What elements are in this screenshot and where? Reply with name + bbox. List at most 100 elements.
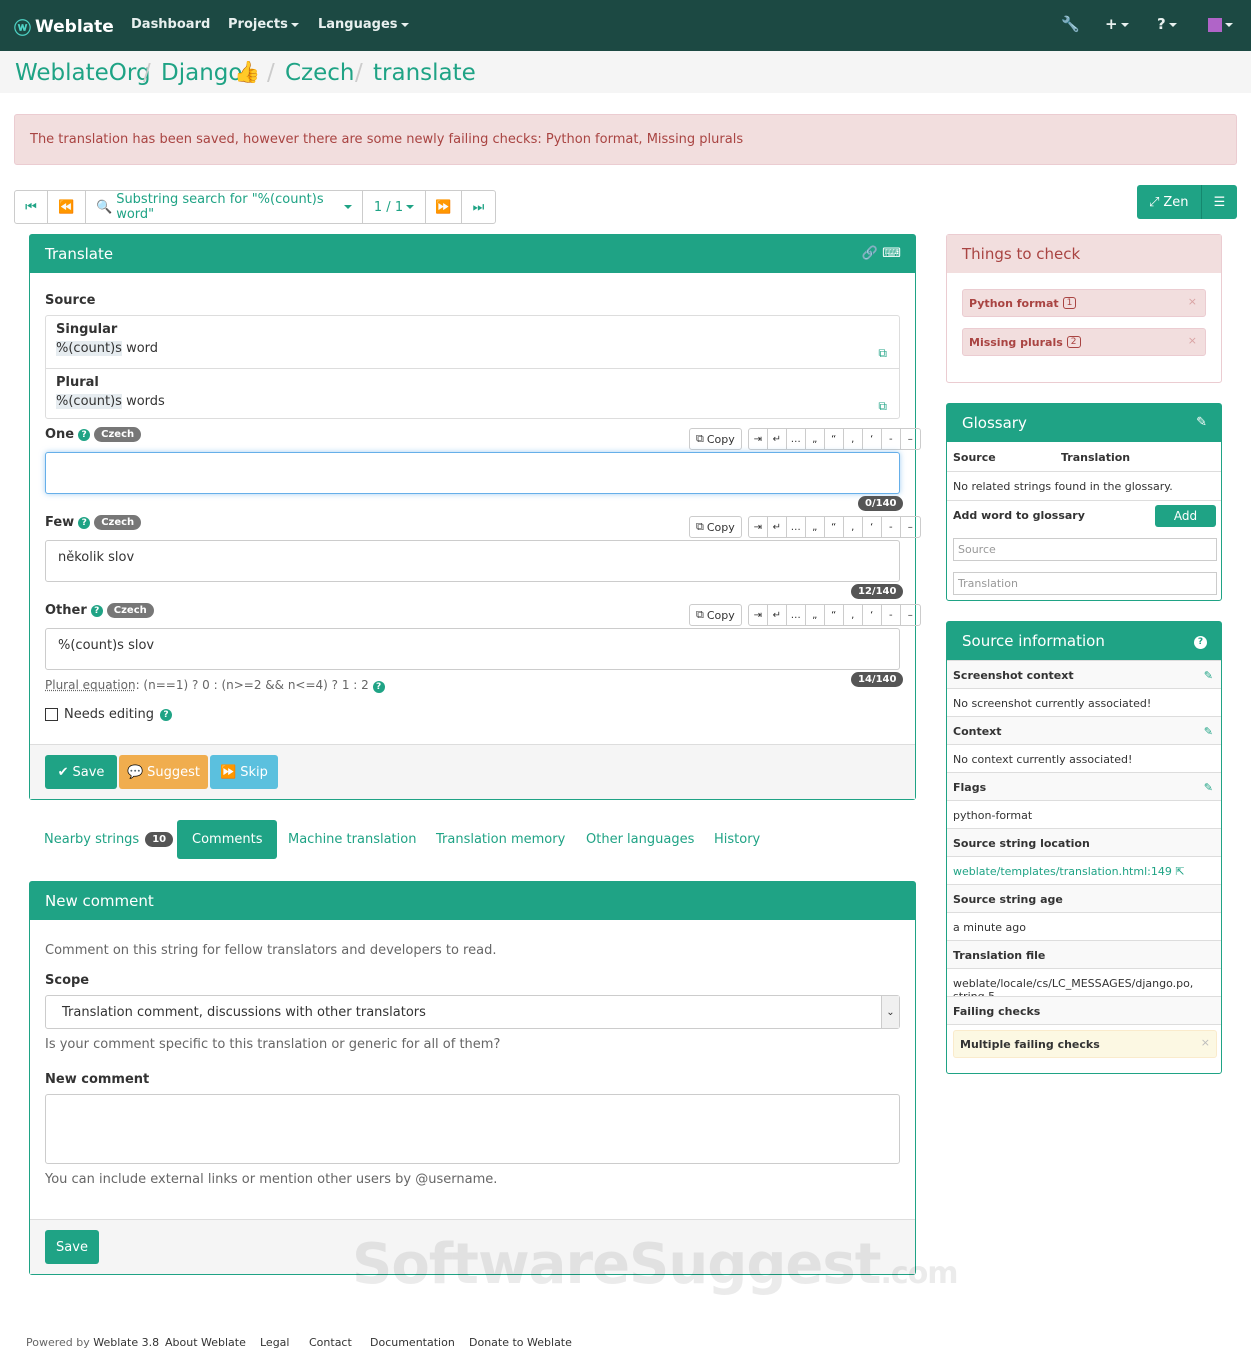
char-button[interactable]: –	[901, 605, 920, 625]
glossary-add-button[interactable]: Add	[1155, 505, 1216, 527]
tab-translation-memory[interactable]: Translation memory	[421, 820, 580, 859]
breadcrumb-language[interactable]: Czech	[285, 60, 355, 86]
tab-history[interactable]: History	[699, 820, 775, 859]
skip-button[interactable]: ⏩ Skip	[210, 755, 278, 789]
char-button[interactable]: ,	[844, 429, 863, 449]
help-icon[interactable]: ?	[372, 681, 385, 693]
char-button[interactable]: „	[806, 429, 825, 449]
scope-select[interactable]: Translation comment, discussions with ot…	[45, 995, 900, 1029]
settings-button[interactable]: ☰	[1200, 185, 1238, 219]
nav-projects[interactable]: Projects	[228, 17, 299, 32]
link-icon[interactable]: 🔗	[862, 246, 878, 261]
format-placeholder[interactable]: %(count)s	[56, 341, 122, 356]
tab-other-languages[interactable]: Other languages	[571, 820, 709, 859]
location-link[interactable]: weblate/templates/translation.html:149 ⇱	[947, 856, 1221, 884]
tab-machine-translation[interactable]: Machine translation	[273, 820, 431, 859]
copy-button[interactable]: ⧉ Copy	[689, 428, 742, 450]
copy-button[interactable]: ⧉ Copy	[689, 604, 742, 626]
nav-dashboard[interactable]: Dashboard	[131, 17, 210, 32]
wrench-icon[interactable]: 🔧	[1061, 15, 1080, 33]
breadcrumb-page[interactable]: translate	[373, 60, 476, 86]
breadcrumb-project[interactable]: WeblateOrg	[15, 60, 151, 86]
user-menu-button[interactable]	[1208, 15, 1233, 33]
char-button[interactable]: „	[806, 605, 825, 625]
add-menu-button[interactable]: +	[1105, 15, 1129, 33]
char-button[interactable]: …	[787, 605, 806, 625]
char-button[interactable]: “	[825, 429, 844, 449]
char-button[interactable]: ⇥	[749, 429, 768, 449]
last-button[interactable]: ⏭	[462, 191, 495, 223]
close-icon[interactable]: ×	[1201, 1036, 1210, 1049]
char-button[interactable]: ‘	[863, 517, 882, 537]
translation-few-field[interactable]: několik slov	[45, 540, 900, 582]
char-button[interactable]: ‘	[863, 605, 882, 625]
translation-other-field[interactable]: %(count)s slov	[45, 628, 900, 670]
brand-link[interactable]: ⓦ Weblate	[14, 14, 114, 40]
char-button[interactable]: „	[806, 517, 825, 537]
char-button[interactable]: “	[825, 605, 844, 625]
breadcrumb-component[interactable]: Django	[161, 60, 242, 86]
check-missing-plurals[interactable]: Missing plurals 2 ×	[962, 328, 1206, 356]
char-button[interactable]: –	[901, 429, 920, 449]
glossary-translation-input[interactable]: Translation	[953, 572, 1217, 595]
suggest-button[interactable]: 💬 Suggest	[119, 755, 208, 789]
glossary-source-input[interactable]: Source	[953, 538, 1217, 561]
help-menu-button[interactable]: ?	[1157, 15, 1177, 33]
char-counter: 12/140	[851, 584, 904, 599]
pencil-icon[interactable]: ✎	[1204, 669, 1213, 682]
char-button[interactable]: ↵	[768, 605, 787, 625]
comment-save-button[interactable]: Save	[45, 1230, 99, 1264]
format-placeholder[interactable]: %(count)s	[56, 394, 122, 409]
first-button[interactable]: ⏮	[15, 191, 48, 223]
copy-button[interactable]: ⧉ Copy	[689, 516, 742, 538]
char-button[interactable]: ,	[844, 605, 863, 625]
needs-editing-label[interactable]: Needs editing	[64, 707, 154, 722]
help-icon[interactable]: ?	[1194, 633, 1207, 649]
pencil-icon[interactable]: ✎	[1204, 725, 1213, 738]
char-button[interactable]: -	[882, 605, 901, 625]
clipboard-icon[interactable]: ⧉	[878, 399, 887, 414]
check-python-format[interactable]: Python format 1 ×	[962, 289, 1206, 317]
char-button[interactable]: -	[882, 517, 901, 537]
char-button[interactable]: ↵	[768, 517, 787, 537]
char-button[interactable]: –	[901, 517, 920, 537]
close-icon[interactable]: ×	[1188, 295, 1197, 308]
pencil-icon[interactable]: ✎	[1204, 781, 1213, 794]
footer-documentation-link[interactable]: Documentation	[370, 1336, 455, 1349]
translation-one-field[interactable]	[45, 452, 900, 494]
help-icon[interactable]: ?	[78, 516, 91, 529]
close-icon[interactable]: ×	[1188, 334, 1197, 347]
char-button[interactable]: …	[787, 517, 806, 537]
save-button[interactable]: ✔ Save	[45, 755, 117, 789]
char-button[interactable]: ⇥	[749, 517, 768, 537]
footer-legal-link[interactable]: Legal	[260, 1336, 289, 1349]
footer-contact-link[interactable]: Contact	[309, 1336, 352, 1349]
comment-textarea[interactable]	[45, 1094, 900, 1164]
char-button[interactable]: ,	[844, 517, 863, 537]
char-button[interactable]: ↵	[768, 429, 787, 449]
char-button[interactable]: ‘	[863, 429, 882, 449]
zen-button[interactable]: ⤢ Zen	[1137, 185, 1201, 219]
search-dropdown[interactable]: 🔍 Substring search for "%(count)s word"	[86, 191, 363, 223]
char-button[interactable]: -	[882, 429, 901, 449]
help-icon[interactable]: ?	[90, 604, 103, 617]
needs-editing-checkbox[interactable]	[45, 708, 58, 721]
multiple-failing-checks[interactable]: Multiple failing checks ×	[953, 1030, 1217, 1058]
help-icon[interactable]: ?	[78, 428, 91, 441]
position-dropdown[interactable]: 1 / 1	[363, 191, 426, 223]
footer-version-link[interactable]: Weblate 3.8	[93, 1336, 159, 1349]
char-button[interactable]: ⇥	[749, 605, 768, 625]
tab-nearby-strings[interactable]: Nearby strings 10	[29, 820, 188, 859]
previous-button[interactable]: ⏪	[48, 191, 86, 223]
footer-about-link[interactable]: About Weblate	[165, 1336, 246, 1349]
edit-icon[interactable]: ✎	[1196, 415, 1207, 430]
help-icon[interactable]: ?	[159, 708, 172, 721]
char-button[interactable]: “	[825, 517, 844, 537]
footer-donate-link[interactable]: Donate to Weblate	[469, 1336, 572, 1349]
clipboard-icon[interactable]: ⧉	[878, 346, 887, 361]
char-button[interactable]: …	[787, 429, 806, 449]
nav-languages[interactable]: Languages	[318, 17, 409, 32]
tab-comments[interactable]: Comments	[177, 820, 278, 859]
next-button[interactable]: ⏩	[426, 191, 462, 223]
keyboard-icon[interactable]: ⌨	[882, 246, 901, 261]
